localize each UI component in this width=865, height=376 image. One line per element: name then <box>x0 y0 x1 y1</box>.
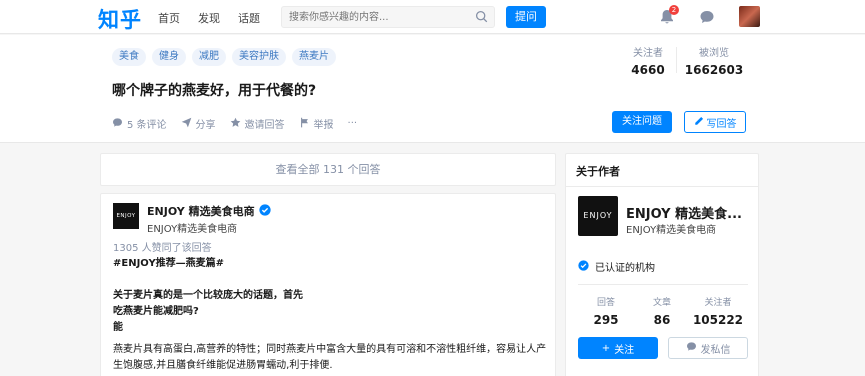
about-author-card: 关于作者 ENJOY ENJOY 精选美食... ENJOY精选美食电商 已认证… <box>565 153 759 376</box>
message-icon[interactable] <box>699 9 715 28</box>
nav-item-topics[interactable]: 话题 <box>238 10 260 26</box>
topic-tag[interactable]: 美食 <box>112 48 146 66</box>
write-answer-button[interactable]: 写回答 <box>684 111 746 133</box>
author-articles-stat[interactable]: 文章 86 <box>634 295 690 327</box>
stat-label: 回答 <box>596 298 615 308</box>
view-all-answers-button[interactable]: 查看全部 131 个回答 <box>100 153 556 186</box>
verified-icon <box>578 259 589 274</box>
verified-icon <box>258 203 271 219</box>
topic-tag[interactable]: 美容护肤 <box>232 48 286 66</box>
author-name[interactable]: ENJOY 精选美食电商 <box>147 203 271 219</box>
verified-org: 已认证的机构 <box>578 259 655 274</box>
private-message-button[interactable]: 发私信 <box>668 337 748 359</box>
follow-question-button[interactable]: 关注问题 <box>612 111 672 133</box>
follow-author-label: 关注 <box>614 344 635 356</box>
share-label: 分享 <box>195 120 216 131</box>
views-value: 1662603 <box>684 63 744 77</box>
follow-author-button[interactable]: + 关注 <box>578 337 658 359</box>
question-title: 哪个牌子的燕麦好，用于代餐的? <box>112 83 317 99</box>
report-label: 举报 <box>313 120 334 131</box>
report-button[interactable]: 举报 <box>299 116 334 131</box>
topic-tag[interactable]: 燕麦片 <box>292 48 336 66</box>
search-box <box>281 6 495 28</box>
divider <box>566 186 758 187</box>
top-navbar: 知乎 首页 发现 话题 提问 2 <box>0 0 865 34</box>
about-author-title: 关于作者 <box>576 165 620 178</box>
share-icon <box>181 117 192 131</box>
author-name-large[interactable]: ENJOY 精选美食... <box>626 203 742 222</box>
divider <box>578 284 748 285</box>
write-answer-label: 写回答 <box>706 118 737 130</box>
answer-paragraph: 生饱腹感,并且膳食纤维能促进肠胃蠕动,利于排便. <box>113 360 333 371</box>
views-stat: 被浏览 1662603 <box>684 44 744 77</box>
comment-icon <box>112 117 123 131</box>
search-input[interactable] <box>282 7 462 27</box>
nav-item-discover[interactable]: 发现 <box>198 10 220 26</box>
pencil-icon <box>694 116 704 129</box>
chat-icon <box>686 341 697 355</box>
plus-icon: + <box>601 342 611 354</box>
answer-paragraph: #ENJOY推荐—燕麦篇# <box>113 258 225 269</box>
comments-button[interactable]: 5 条评论 <box>112 116 167 131</box>
invite-button[interactable]: 邀请回答 <box>230 116 285 131</box>
author-headline-large: ENJOY精选美食电商 <box>626 225 717 236</box>
stat-label: 关注者 <box>704 298 732 308</box>
answer-card: ENJOY ENJOY 精选美食电商 ENJOY精选美食电商 1305 人赞同了… <box>100 193 556 376</box>
followers-stat: 关注者 4660 <box>626 44 670 77</box>
followers-label: 关注者 <box>633 48 663 59</box>
stat-value: 105222 <box>692 313 744 327</box>
ask-button[interactable]: 提问 <box>506 6 546 28</box>
author-followers-stat[interactable]: 关注者 105222 <box>690 295 746 327</box>
author-headline: ENJOY精选美食电商 <box>147 224 238 235</box>
question-header: 美食 健身 减肥 美容护肤 燕麦片 哪个牌子的燕麦好，用于代餐的? 5 条评论 … <box>0 35 865 143</box>
verified-label: 已认证的机构 <box>595 263 655 274</box>
author-logo-large[interactable]: ENJOY <box>578 196 618 236</box>
comments-label: 5 条评论 <box>127 120 167 131</box>
notification-badge: 2 <box>669 5 679 15</box>
answer-paragraph <box>113 272 553 288</box>
invite-label: 邀请回答 <box>244 120 285 131</box>
topic-tag[interactable]: 减肥 <box>192 48 226 66</box>
star-icon <box>230 117 241 131</box>
author-logo[interactable]: ENJOY <box>113 203 139 229</box>
answer-paragraph: 能 <box>113 322 123 333</box>
zhihu-logo[interactable]: 知乎 <box>98 4 142 34</box>
answer-paragraph: 燕麦片具有高蛋白,高营养的特性；同时燕麦片中富含大量的具有可溶和不溶性粗纤维，容… <box>113 344 547 355</box>
topic-tags: 美食 健身 减肥 美容护肤 燕麦片 <box>112 48 336 66</box>
answer-paragraph: 关于麦片真的是一个比较庞大的话题，首先 <box>113 290 303 301</box>
nav-item-home[interactable]: 首页 <box>158 10 180 26</box>
user-avatar[interactable] <box>739 6 760 27</box>
views-label: 被浏览 <box>699 48 729 59</box>
more-button[interactable]: ··· <box>348 118 358 129</box>
stat-divider <box>676 47 677 73</box>
upvote-count: 1305 人赞同了该回答 <box>113 243 212 254</box>
stat-value: 295 <box>593 313 619 327</box>
author-answers-stat[interactable]: 回答 295 <box>578 295 634 327</box>
question-actions: 5 条评论 分享 邀请回答 举报 ··· <box>112 116 357 131</box>
author-name-text: ENJOY 精选美食电商 <box>147 205 255 218</box>
stat-label: 文章 <box>652 298 671 308</box>
flag-icon <box>299 117 310 131</box>
private-message-label: 发私信 <box>700 344 731 356</box>
answer-paragraph: 吃燕麦片能减肥吗? <box>113 306 199 317</box>
share-button[interactable]: 分享 <box>181 116 216 131</box>
answer-body: #ENJOY推荐—燕麦篇# 关于麦片真的是一个比较庞大的话题，首先 吃燕麦片能减… <box>113 256 553 374</box>
topic-tag[interactable]: 健身 <box>152 48 186 66</box>
followers-value: 4660 <box>631 63 665 77</box>
search-icon[interactable] <box>475 10 488 26</box>
stat-value: 86 <box>653 313 671 327</box>
